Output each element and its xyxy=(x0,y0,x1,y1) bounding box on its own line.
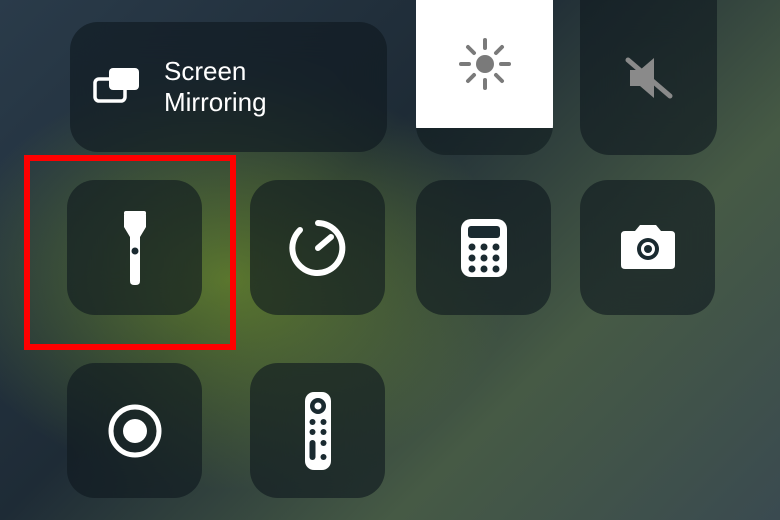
brightness-slider[interactable] xyxy=(416,0,553,155)
flashlight-button[interactable] xyxy=(67,180,202,315)
brightness-fill xyxy=(416,0,553,128)
flashlight-icon xyxy=(118,209,152,287)
screen-record-button[interactable] xyxy=(67,363,202,498)
apple-tv-remote-button[interactable] xyxy=(250,363,385,498)
timer-button[interactable] xyxy=(250,180,385,315)
screen-mirroring-tile[interactable]: Screen Mirroring xyxy=(70,22,387,152)
timer-icon xyxy=(287,217,349,279)
camera-button[interactable] xyxy=(580,180,715,315)
record-icon xyxy=(105,401,165,461)
screen-mirroring-label: Screen Mirroring xyxy=(164,56,267,118)
mute-icon xyxy=(620,52,678,104)
calculator-button[interactable] xyxy=(416,180,551,315)
sun-icon xyxy=(457,36,513,92)
calculator-icon xyxy=(459,217,509,279)
volume-slider[interactable] xyxy=(580,0,717,155)
screen-mirroring-icon xyxy=(92,65,144,109)
camera-icon xyxy=(615,223,681,273)
remote-icon xyxy=(303,390,333,472)
